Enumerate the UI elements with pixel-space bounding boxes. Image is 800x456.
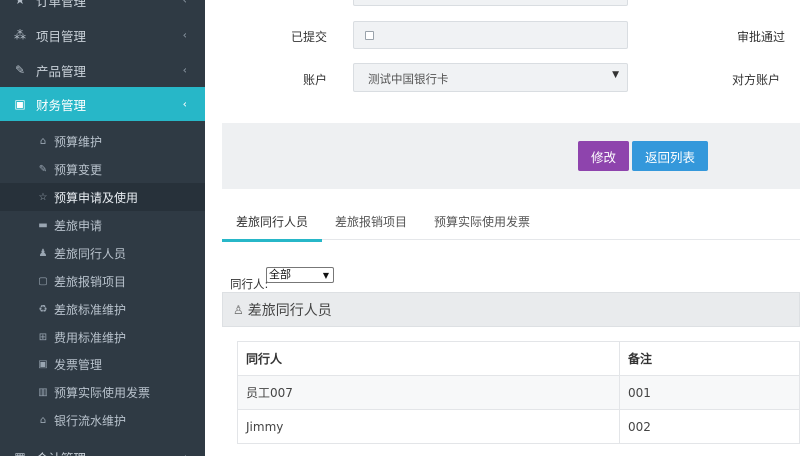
chevron-down-icon: ▼ [612, 70, 619, 80]
form-input-top[interactable] [353, 0, 628, 6]
chevron-left-icon: ‹ [183, 451, 187, 456]
sidebar: ★ 订单管理 ‹ ⁂ 项目管理 ‹ ✎ 产品管理 ‹ ▣ 财务管理 ‹ ⌂ 预算… [0, 0, 205, 456]
menu-label: 产品管理 [36, 63, 87, 79]
table-row[interactable]: 员工007 001 [237, 375, 800, 410]
sidebar-item-label: 预算申请及使用 [54, 190, 139, 205]
action-panel [222, 123, 800, 189]
plus-square-icon: ⊞ [38, 331, 48, 343]
menu-label: 会计管理 [36, 448, 86, 456]
tab-bar: 差旅同行人员 差旅报销项目 预算实际使用发票 [222, 203, 800, 242]
approval-label: 审批通过 [736, 30, 785, 44]
menu-finance-management[interactable]: ▣ 财务管理 ‹ [0, 87, 205, 121]
main-content: 已提交 审批通过 账户 测试中国银行卡 ▼ 对方账户 修改 返回列表 差旅同行人… [205, 0, 800, 456]
recycle-icon: ♻ [38, 303, 48, 315]
chevron-left-icon: ‹ [182, 97, 187, 111]
submitted-field [353, 21, 628, 49]
money-icon: ▣ [38, 358, 48, 370]
companion-filter-value: 全部 [269, 268, 291, 281]
menu-label: 项目管理 [36, 28, 87, 44]
sidebar-item-label: 发票管理 [54, 357, 103, 372]
sidebar-item-budget-maintenance[interactable]: ⌂ 预算维护 [0, 127, 205, 155]
companion-filter-label: 同行人: [230, 277, 269, 291]
tab-label: 预算实际使用发票 [434, 215, 531, 229]
menu-label: 订单管理 [36, 0, 87, 9]
submitted-checkbox[interactable] [365, 31, 374, 40]
account-select-value: 测试中国银行卡 [368, 72, 449, 86]
chevron-down-icon: ▼ [322, 271, 329, 280]
sidebar-item-label: 差旅申请 [54, 218, 103, 233]
tab-label: 差旅同行人员 [235, 215, 308, 229]
table-row[interactable]: Jimmy 002 [237, 409, 800, 444]
menu-product-management[interactable]: ✎ 产品管理 ‹ [0, 53, 205, 87]
sidebar-item-bank-statement[interactable]: ⌂ 银行流水维护 [0, 406, 205, 434]
cell-companion: Jimmy [237, 409, 620, 444]
star-icon: ★ [14, 0, 26, 7]
tab-travel-companions[interactable]: 差旅同行人员 [222, 203, 322, 242]
sidebar-item-label: 费用标准维护 [54, 330, 127, 345]
edit-button[interactable]: 修改 [578, 141, 629, 171]
map-icon: ▥ [38, 386, 48, 398]
companion-filter-select[interactable]: 全部 ▼ [266, 267, 334, 283]
panel-heading: ♙ 差旅同行人员 [222, 292, 800, 327]
tab-budget-invoice[interactable]: 预算实际使用发票 [434, 203, 530, 240]
tab-active-indicator [222, 239, 322, 242]
edit-icon: ✎ [38, 163, 48, 175]
menu-label: 财务管理 [36, 97, 87, 113]
sidebar-item-label: 差旅报销项目 [54, 274, 127, 289]
sidebar-item-label: 银行流水维护 [54, 413, 127, 428]
sidebar-item-label: 预算维护 [54, 134, 103, 149]
menu-order-management[interactable]: ★ 订单管理 ‹ [0, 0, 205, 17]
table-header-row: 同行人 备注 [237, 341, 800, 376]
sidebar-item-budget-change[interactable]: ✎ 预算变更 [0, 155, 205, 183]
submitted-label: 已提交 [290, 30, 327, 44]
chevron-left-icon: ‹ [182, 0, 187, 7]
account-select[interactable]: 测试中国银行卡 ▼ [353, 63, 628, 92]
sidebar-item-label: 预算变更 [54, 162, 103, 177]
tab-travel-reimbursement[interactable]: 差旅报销项目 [335, 203, 407, 240]
menu-project-management[interactable]: ⁂ 项目管理 ‹ [0, 18, 205, 52]
tab-label: 差旅报销项目 [335, 215, 408, 229]
sidebar-item-invoice-management[interactable]: ▣ 发票管理 [0, 350, 205, 378]
cell-companion: 员工007 [237, 375, 620, 410]
chevron-left-icon: ‹ [182, 63, 187, 77]
calculator-icon: ▦ [12, 449, 28, 456]
sidebar-item-budget-apply[interactable]: ☆ 预算申请及使用 [0, 183, 205, 211]
column-header-remark[interactable]: 备注 [619, 341, 800, 376]
home-icon: ⌂ [39, 135, 47, 147]
sidebar-item-label: 差旅同行人员 [54, 246, 127, 261]
sidebar-item-travel-standard[interactable]: ♻ 差旅标准维护 [0, 295, 205, 323]
sidebar-item-travel-companions[interactable]: ♟ 差旅同行人员 [0, 239, 205, 267]
cell-remark: 002 [619, 409, 800, 444]
panel-title: 差旅同行人员 [247, 302, 332, 319]
back-to-list-button[interactable]: 返回列表 [632, 141, 708, 171]
star-half-icon: ☆ [38, 191, 48, 203]
sidebar-item-travel-apply[interactable]: ▬ 差旅申请 [0, 211, 205, 239]
sitemap-icon: ⁂ [14, 28, 26, 42]
column-header-companion[interactable]: 同行人 [237, 341, 620, 376]
edit-icon: ✎ [14, 63, 26, 77]
account-label: 账户 [302, 73, 327, 87]
car-icon: ▬ [38, 219, 48, 231]
counter-account-label: 对方账户 [731, 73, 780, 87]
sidebar-item-label: 预算实际使用发票 [54, 385, 151, 400]
sidebar-item-expense-standard[interactable]: ⊞ 费用标准维护 [0, 323, 205, 351]
companions-table: 同行人 备注 员工007 001 Jimmy 002 [237, 341, 800, 444]
cell-remark: 001 [619, 375, 800, 410]
sidebar-item-label: 差旅标准维护 [54, 302, 127, 317]
chevron-left-icon: ‹ [182, 28, 187, 42]
money-icon: ▣ [14, 97, 26, 111]
users-icon: ♟ [38, 247, 48, 259]
sidebar-item-travel-reimbursement[interactable]: ▢ 差旅报销项目 [0, 267, 205, 295]
bank-icon: ⌂ [39, 414, 47, 426]
menu-accounting-management[interactable]: ▦ 会计管理 ‹ [0, 440, 205, 456]
sidebar-item-budget-invoice[interactable]: ▥ 预算实际使用发票 [0, 378, 205, 406]
sticky-note-icon: ▢ [38, 275, 48, 287]
user-icon: ♙ [233, 302, 244, 317]
